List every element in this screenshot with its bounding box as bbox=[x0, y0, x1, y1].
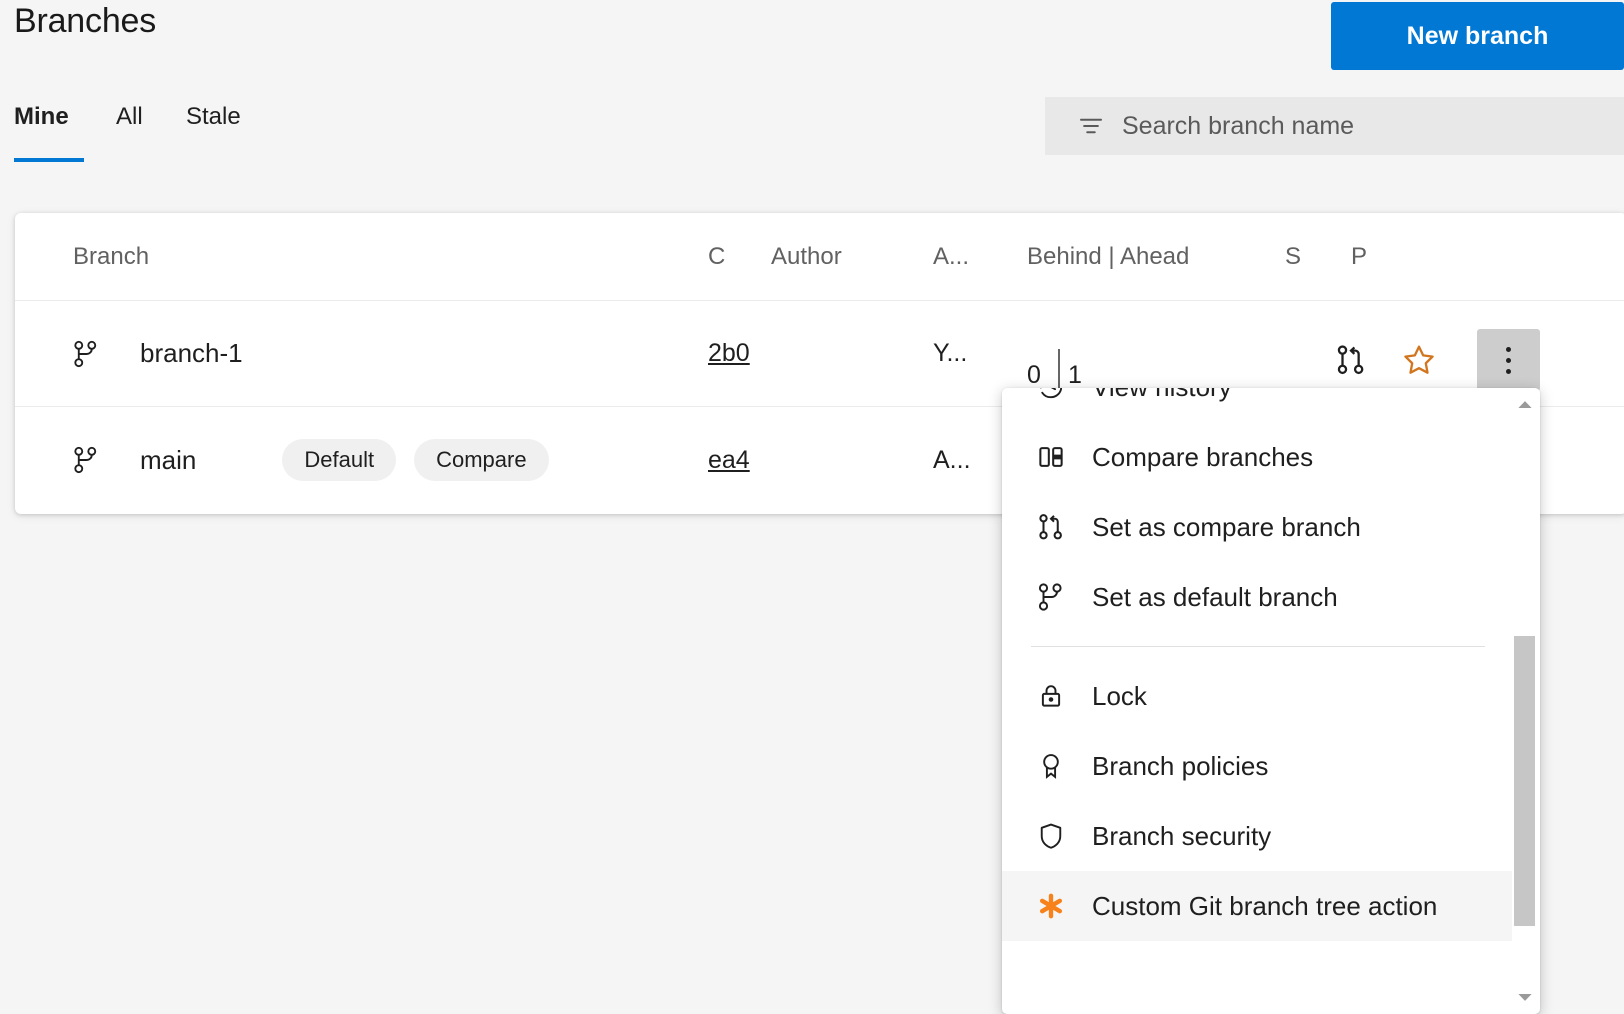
context-menu-list: View history Compare branches bbox=[1002, 388, 1512, 941]
git-branch-icon bbox=[73, 339, 99, 369]
menu-item-label: Lock bbox=[1092, 681, 1147, 712]
column-header-s[interactable]: S bbox=[1285, 243, 1301, 271]
search-input[interactable]: Search branch name bbox=[1045, 97, 1624, 155]
menu-item-set-as-compare-branch[interactable]: Set as compare branch bbox=[1002, 492, 1512, 562]
scroll-up-arrow-icon[interactable] bbox=[1516, 396, 1534, 414]
set-default-branch-icon bbox=[1033, 579, 1069, 615]
menu-item-label: Custom Git branch tree action bbox=[1092, 891, 1437, 922]
tab-stale[interactable]: Stale bbox=[186, 103, 241, 137]
menu-item-compare-branches[interactable]: Compare branches bbox=[1002, 422, 1512, 492]
branches-page: Branches New branch Mine All Stale Searc… bbox=[0, 0, 1624, 1014]
menu-item-label: View history bbox=[1092, 388, 1232, 403]
more-actions-button[interactable] bbox=[1477, 329, 1540, 391]
scroll-down-arrow-icon[interactable] bbox=[1516, 988, 1534, 1006]
column-header-author[interactable]: Author bbox=[771, 243, 842, 271]
lock-icon bbox=[1033, 678, 1069, 714]
context-menu-scrollbar[interactable] bbox=[1514, 396, 1536, 1006]
scrollbar-thumb[interactable] bbox=[1514, 636, 1535, 926]
menu-item-label: Set as compare branch bbox=[1092, 512, 1361, 543]
menu-item-branch-policies[interactable]: Branch policies bbox=[1002, 731, 1512, 801]
policy-ribbon-icon bbox=[1033, 748, 1069, 784]
context-menu-scrollport: View history Compare branches bbox=[1002, 388, 1512, 1014]
branch-name[interactable]: branch-1 bbox=[140, 338, 243, 369]
shield-icon bbox=[1033, 818, 1069, 854]
commit-hash-link[interactable]: 2b0 bbox=[708, 339, 754, 368]
default-branch-tag[interactable]: Default bbox=[282, 439, 396, 481]
author-value: A... bbox=[933, 446, 971, 475]
branch-cell: main Default Compare bbox=[73, 439, 549, 481]
menu-item-lock[interactable]: Lock bbox=[1002, 661, 1512, 731]
menu-item-set-as-default-branch[interactable]: Set as default branch bbox=[1002, 562, 1512, 632]
page-title: Branches bbox=[14, 2, 156, 41]
create-pull-request-icon[interactable] bbox=[1334, 343, 1368, 377]
menu-separator bbox=[1031, 646, 1485, 647]
tab-mine[interactable]: Mine bbox=[14, 103, 69, 137]
new-branch-button-label: New branch bbox=[1407, 22, 1549, 51]
tab-all[interactable]: All bbox=[116, 103, 143, 137]
menu-item-label: Branch policies bbox=[1092, 751, 1268, 782]
compare-branch-tag[interactable]: Compare bbox=[414, 439, 548, 481]
menu-item-label: Compare branches bbox=[1092, 442, 1313, 473]
set-compare-branch-icon bbox=[1033, 509, 1069, 545]
menu-item-label: Branch security bbox=[1092, 821, 1271, 852]
search-placeholder: Search branch name bbox=[1122, 112, 1354, 141]
favorite-star-icon[interactable] bbox=[1402, 343, 1436, 377]
menu-item-branch-security[interactable]: Branch security bbox=[1002, 801, 1512, 871]
new-branch-button[interactable]: New branch bbox=[1331, 2, 1624, 70]
column-header-authored-date[interactable]: A... bbox=[933, 243, 969, 271]
ahead-count: 1 bbox=[1068, 361, 1082, 390]
behind-count: 0 bbox=[1027, 361, 1041, 390]
column-header-commit[interactable]: C bbox=[708, 243, 725, 271]
tab-selected-underline bbox=[14, 158, 84, 162]
commit-hash-link[interactable]: ea4 bbox=[708, 446, 754, 475]
asterisk-icon bbox=[1033, 888, 1069, 924]
more-actions-icon bbox=[1506, 344, 1511, 377]
menu-item-view-history[interactable]: View history bbox=[1002, 388, 1512, 422]
column-header-behind-ahead[interactable]: Behind | Ahead bbox=[1027, 243, 1189, 271]
menu-item-custom-git-branch-tree-action[interactable]: Custom Git branch tree action bbox=[1002, 871, 1512, 941]
compare-branches-icon bbox=[1033, 439, 1069, 475]
menu-item-label: Set as default branch bbox=[1092, 582, 1338, 613]
author-value: Y... bbox=[933, 339, 967, 368]
branch-cell: branch-1 bbox=[73, 338, 243, 369]
branch-context-menu: View history Compare branches bbox=[1002, 388, 1540, 1014]
column-header-branch[interactable]: Branch bbox=[73, 243, 149, 271]
table-header-row: Branch C Author A... Behind | Ahead S P bbox=[15, 213, 1624, 301]
branch-name[interactable]: main bbox=[140, 445, 196, 476]
filter-icon bbox=[1076, 111, 1106, 141]
column-header-p[interactable]: P bbox=[1351, 243, 1367, 271]
git-branch-icon bbox=[73, 445, 99, 475]
history-icon bbox=[1033, 388, 1069, 405]
